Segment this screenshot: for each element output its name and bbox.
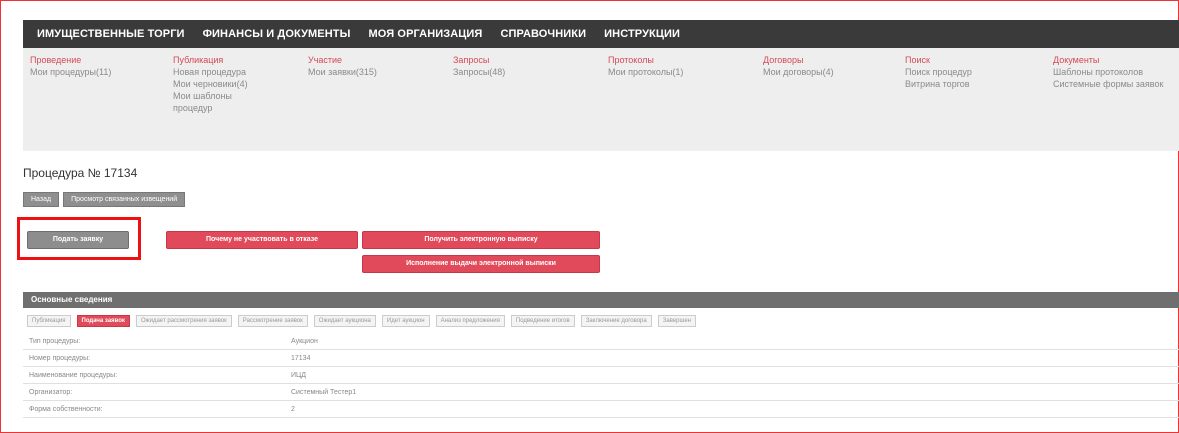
submenu-heading: Документы: [1053, 55, 1100, 65]
submit-bid-highlight-box: [17, 217, 141, 260]
procedure-stages-bar: Публикация Подача заявок Ожидает рассмот…: [23, 312, 1179, 330]
top-navigation: ИМУЩЕСТВЕННЫЕ ТОРГИ ФИНАНСЫ И ДОКУМЕНТЫ …: [23, 20, 1179, 48]
stage-auction-running: Идет аукцион: [381, 315, 430, 327]
submenu-link-search-procedures[interactable]: Поиск процедур: [905, 66, 1025, 78]
stage-completed: Завершен: [657, 315, 696, 327]
submenu-column-search: Поиск Поиск процедур Витрина торгов: [905, 54, 1025, 90]
info-label: Форма собственности:: [23, 400, 285, 418]
info-value: Системный Тестер1: [285, 383, 1179, 401]
stage-offer-analysis: Анализ предложения: [435, 315, 505, 327]
submenu-column-documents: Документы Шаблоны протоколов Системные ф…: [1053, 54, 1177, 90]
submenu-link-my-bids[interactable]: Мои заявки(315): [308, 66, 428, 78]
nav-item-references[interactable]: СПРАВОЧНИКИ: [500, 28, 586, 40]
submenu-column-participation: Участие Мои заявки(315): [308, 54, 428, 78]
stage-bid-review: Рассмотрение заявок: [237, 315, 308, 327]
submenu-column-publication: Публикация Новая процедура Мои черновики…: [173, 54, 278, 114]
table-row: Тип процедуры: Аукцион: [23, 333, 1179, 350]
info-value: 17134: [285, 349, 1179, 367]
submenu-heading: Договоры: [763, 55, 804, 65]
stage-bid-submission: Подача заявок: [76, 315, 130, 327]
info-value: Аукцион: [285, 333, 1179, 350]
submenu-link-requests[interactable]: Запросы(48): [453, 66, 573, 78]
submenu-link-my-templates[interactable]: Мои шаблоны процедур: [173, 90, 243, 114]
info-value: ИЦД: [285, 366, 1179, 384]
table-row: Форма собственности: 2: [23, 400, 1179, 418]
submenu-link-auction-showcase[interactable]: Витрина торгов: [905, 78, 1025, 90]
page-title: Процедура № 17134: [23, 166, 138, 180]
issue-electronic-extract-button[interactable]: Исполнение выдачи электронной выписки: [362, 255, 600, 273]
back-button[interactable]: Назад: [23, 192, 60, 207]
submenu-column-requests: Запросы Запросы(48): [453, 54, 573, 78]
submenu-heading: Запросы: [453, 55, 490, 65]
submenu-link-my-protocols[interactable]: Мои протоколы(1): [608, 66, 738, 78]
table-row: Номер процедуры: 17134: [23, 349, 1179, 367]
info-label: Наименование процедуры:: [23, 366, 285, 384]
info-label: Номер процедуры:: [23, 349, 285, 367]
info-value: 2: [285, 400, 1179, 418]
submenu-heading: Участие: [308, 55, 343, 65]
submenu-link-system-forms[interactable]: Системные формы заявок: [1053, 78, 1177, 90]
submenu-link-new-procedure[interactable]: Новая процедура: [173, 66, 278, 78]
submenu-panel: Проведение Мои процедуры(11) Публикация …: [23, 48, 1179, 151]
submenu-heading: Проведение: [30, 55, 82, 65]
submenu-heading: Публикация: [173, 55, 224, 65]
main-info-section-header: Основные сведения: [23, 292, 1179, 308]
get-electronic-extract-button[interactable]: Получить электронную выписку: [362, 231, 600, 249]
submenu-link-my-procedures[interactable]: Мои процедуры(11): [30, 66, 155, 78]
stage-contract: Заключение договора: [580, 315, 652, 327]
stage-publication: Публикация: [27, 315, 71, 327]
stage-results: Подведение итогов: [510, 315, 575, 327]
submenu-heading: Протоколы: [608, 55, 654, 65]
submenu-column-conduct: Проведение Мои процедуры(11): [30, 54, 155, 78]
submenu-link-my-contracts[interactable]: Мои договоры(4): [763, 66, 883, 78]
nav-item-my-organization[interactable]: МОЯ ОРГАНИЗАЦИЯ: [368, 28, 482, 40]
submenu-column-contracts: Договоры Мои договоры(4): [763, 54, 883, 78]
related-notices-button[interactable]: Просмотр связанных извещений: [63, 192, 186, 207]
submenu-column-protocols: Протоколы Мои протоколы(1): [608, 54, 738, 78]
table-row: Наименование процедуры: ИЦД: [23, 366, 1179, 384]
info-label: Организатор:: [23, 383, 285, 401]
stage-awaiting-review: Ожидает рассмотрения заявок: [135, 315, 232, 327]
nav-item-property-auctions[interactable]: ИМУЩЕСТВЕННЫЕ ТОРГИ: [37, 28, 185, 40]
stage-awaiting-auction: Ожидает аукциона: [313, 315, 376, 327]
table-row: Организатор: Системный Тестер1: [23, 383, 1179, 401]
decline-participation-button[interactable]: Почему не участвовать в отказе: [166, 231, 358, 249]
action-tabs: Назад Просмотр связанных извещений: [23, 192, 186, 207]
nav-item-finance-documents[interactable]: ФИНАНСЫ И ДОКУМЕНТЫ: [203, 28, 351, 40]
submenu-link-protocol-templates[interactable]: Шаблоны протоколов: [1053, 66, 1177, 78]
submenu-link-my-drafts[interactable]: Мои черновики(4): [173, 78, 278, 90]
submenu-heading: Поиск: [905, 55, 930, 65]
info-label: Тип процедуры:: [23, 333, 285, 350]
procedure-info-table: Тип процедуры: Аукцион Номер процедуры: …: [23, 333, 1179, 418]
nav-item-instructions[interactable]: ИНСТРУКЦИИ: [604, 28, 680, 40]
